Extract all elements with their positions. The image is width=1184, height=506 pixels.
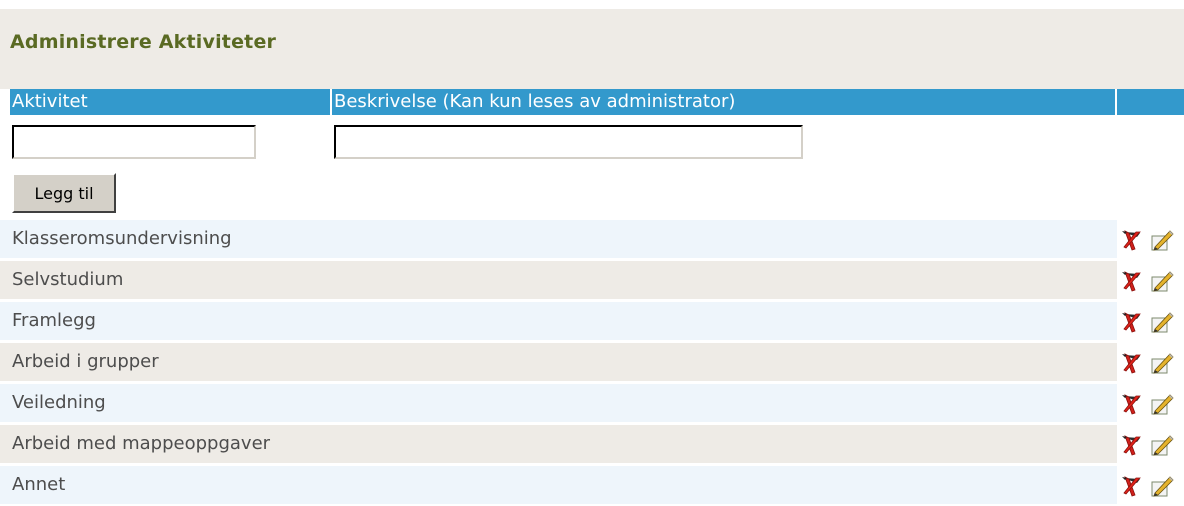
table-row: Annet — [0, 466, 1184, 504]
edit-icon[interactable] — [1150, 269, 1174, 293]
actions-cell — [1117, 220, 1184, 258]
activity-input[interactable] — [12, 125, 256, 159]
add-button[interactable]: Legg til — [12, 173, 116, 213]
table-header: Aktivitet Beskrivelse (Kan kun leses av … — [0, 89, 1184, 115]
table-row: Klasseromsundervisning — [0, 220, 1184, 258]
activity-label: Framlegg — [12, 310, 96, 331]
page-title: Administrere Aktiviteter — [10, 31, 277, 53]
delete-icon[interactable] — [1120, 310, 1144, 334]
table-row: Selvstudium — [0, 261, 1184, 299]
title-bar: Administrere Aktiviteter — [0, 9, 1184, 89]
activity-label: Veiledning — [12, 392, 106, 413]
activity-label: Klasseromsundervisning — [12, 228, 232, 249]
activity-cell: Arbeid i grupper — [10, 343, 330, 381]
activity-cell: Selvstudium — [10, 261, 330, 299]
table-row: Veiledning — [0, 384, 1184, 422]
activity-label: Annet — [12, 474, 66, 495]
table-row: Framlegg — [0, 302, 1184, 340]
actions-cell — [1117, 425, 1184, 463]
admin-panel: Administrere Aktiviteter Aktivitet Beskr… — [0, 0, 1184, 506]
activity-cell: Veiledning — [10, 384, 330, 422]
activity-label: Selvstudium — [12, 269, 124, 290]
activity-cell: Arbeid med mappeoppgaver — [10, 425, 330, 463]
edit-icon[interactable] — [1150, 310, 1174, 334]
edit-icon[interactable] — [1150, 351, 1174, 375]
activity-label: Arbeid i grupper — [12, 351, 159, 372]
actions-cell — [1117, 302, 1184, 340]
header-aktivitet: Aktivitet — [10, 89, 330, 115]
actions-cell — [1117, 466, 1184, 504]
delete-icon[interactable] — [1120, 433, 1144, 457]
delete-icon[interactable] — [1120, 269, 1144, 293]
actions-cell — [1117, 343, 1184, 381]
header-actions — [1117, 89, 1184, 115]
description-cell — [332, 425, 1115, 463]
table-row: Arbeid med mappeoppgaver — [0, 425, 1184, 463]
edit-icon[interactable] — [1150, 474, 1174, 498]
edit-icon[interactable] — [1150, 433, 1174, 457]
delete-icon[interactable] — [1120, 392, 1144, 416]
description-input[interactable] — [334, 125, 803, 159]
activity-cell: Annet — [10, 466, 330, 504]
description-cell — [332, 302, 1115, 340]
delete-icon[interactable] — [1120, 351, 1144, 375]
actions-cell — [1117, 261, 1184, 299]
delete-icon[interactable] — [1120, 228, 1144, 252]
description-cell — [332, 261, 1115, 299]
actions-cell — [1117, 384, 1184, 422]
edit-icon[interactable] — [1150, 228, 1174, 252]
activity-cell: Klasseromsundervisning — [10, 220, 330, 258]
edit-icon[interactable] — [1150, 392, 1174, 416]
description-cell — [332, 384, 1115, 422]
activity-label: Arbeid med mappeoppgaver — [12, 433, 271, 454]
header-beskrivelse: Beskrivelse (Kan kun leses av administra… — [332, 89, 1115, 115]
activity-cell: Framlegg — [10, 302, 330, 340]
description-cell — [332, 466, 1115, 504]
description-cell — [332, 343, 1115, 381]
table-row: Arbeid i grupper — [0, 343, 1184, 381]
delete-icon[interactable] — [1120, 474, 1144, 498]
description-cell — [332, 220, 1115, 258]
